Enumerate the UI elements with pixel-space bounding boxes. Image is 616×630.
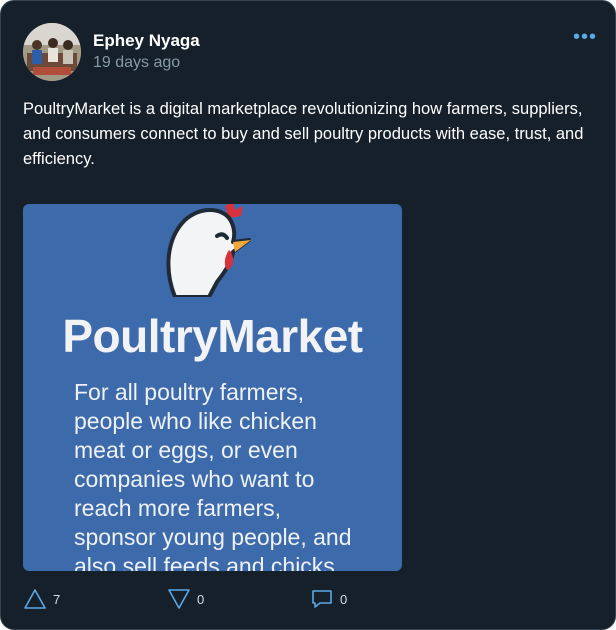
upvote-count: 7: [53, 591, 61, 607]
post-actions: 7 0 0: [1, 586, 615, 616]
avatar[interactable]: [23, 23, 81, 81]
downvote-icon: [168, 589, 190, 609]
downvote-count: 0: [197, 591, 205, 607]
more-options-icon[interactable]: •••: [573, 27, 597, 47]
brand-tagline: For all poultry farmers, people who like…: [74, 379, 352, 571]
comment-count: 0: [340, 591, 348, 607]
comment-button[interactable]: 0: [310, 586, 347, 612]
brand-title: PoultryMarket: [62, 310, 363, 362]
downvote-button[interactable]: 0: [167, 586, 204, 612]
post-timestamp: 19 days ago: [93, 54, 181, 71]
upvote-button[interactable]: 7: [23, 586, 60, 612]
post-image[interactable]: PoultryMarket For all poultry farmers, p…: [23, 204, 402, 571]
post-body-text: PoultryMarket is a digital marketplace r…: [23, 100, 584, 168]
chicken-logo-icon: [166, 204, 251, 297]
post-card: Ephey Nyaga 19 days ago ••• PoultryMarke…: [0, 0, 616, 630]
author-name[interactable]: Ephey Nyaga: [93, 31, 200, 51]
upvote-icon: [24, 589, 46, 609]
comment-icon: [312, 590, 332, 608]
